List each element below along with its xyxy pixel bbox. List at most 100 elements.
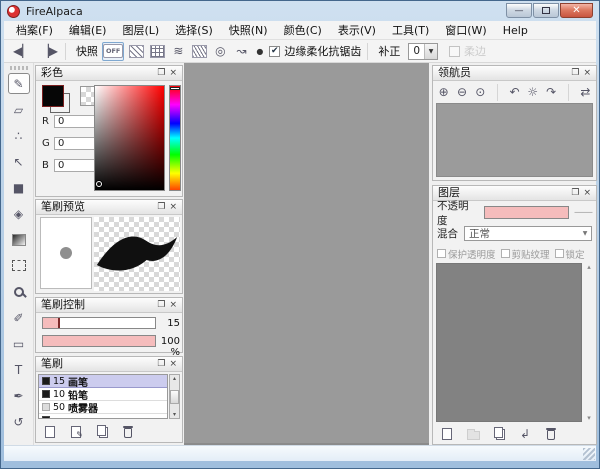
layer-opacity-value: —— [574, 207, 592, 218]
layer-option-checkbox-protect-alpha[interactable]: . [437, 249, 446, 258]
brush-size-slider[interactable] [42, 317, 156, 329]
close-button[interactable]: ✕ [560, 3, 593, 18]
navigator-preview[interactable] [436, 103, 593, 177]
layer-option-checkbox-lock[interactable]: . [555, 249, 564, 258]
delete-brush-button[interactable] [118, 424, 138, 440]
redo-button[interactable]: ▕▶ [38, 42, 58, 61]
snap-curve-button[interactable]: ↝ [232, 42, 250, 61]
float-panel-icon[interactable]: ❐ [155, 67, 167, 79]
snap-diagonal-button[interactable] [190, 42, 208, 61]
zoom-reset-button[interactable]: ⊙ [473, 84, 488, 100]
brush-size: 10 [53, 389, 68, 400]
menu-layer[interactable]: 图层(L) [114, 21, 167, 40]
hue-marker[interactable] [170, 87, 180, 90]
canvas[interactable] [184, 63, 429, 445]
float-panel-icon[interactable]: ❐ [569, 67, 581, 79]
navigator-title: 领航员 [438, 66, 569, 80]
float-panel-icon[interactable]: ❐ [569, 187, 581, 199]
float-panel-icon[interactable]: ❐ [155, 358, 167, 370]
fill-rect-tool[interactable]: ■ [8, 177, 30, 198]
close-panel-icon[interactable]: × [581, 187, 593, 199]
menu-window[interactable]: 窗口(W) [437, 21, 494, 40]
duplicate-brush-button[interactable] [92, 424, 112, 440]
resize-grip[interactable] [583, 448, 595, 460]
antialias-checkbox[interactable]: ✔ [269, 46, 280, 57]
layer-opacity-slider[interactable] [484, 206, 569, 219]
brush-list-item[interactable]: 10铅笔 [39, 388, 167, 401]
menu-file[interactable]: 档案(F) [8, 21, 61, 40]
scroll-up-icon[interactable]: ▴ [173, 375, 176, 382]
bucket-tool[interactable]: ◈ [8, 203, 30, 224]
sv-cursor[interactable] [96, 181, 102, 187]
snap-circle-button[interactable]: ◎ [211, 42, 229, 61]
close-panel-icon[interactable]: × [167, 201, 179, 213]
layer-list-scrollbar[interactable]: ▴ ▾ [584, 263, 594, 422]
maximize-button[interactable] [533, 3, 559, 18]
menu-tool[interactable]: 工具(T) [384, 21, 437, 40]
snap-parallel-button[interactable] [127, 42, 145, 61]
brush-opacity-slider[interactable] [42, 335, 156, 347]
menu-select[interactable]: 选择(S) [167, 21, 221, 40]
snap-grid-button[interactable] [148, 42, 166, 61]
smudge-tool[interactable]: ∴ [8, 125, 30, 146]
close-panel-icon[interactable]: × [581, 67, 593, 79]
delete-layer-button[interactable] [541, 426, 561, 442]
minimize-button[interactable]: — [506, 3, 532, 18]
rotate-cw-button[interactable]: ↷ [543, 84, 558, 100]
soft-edge-checkbox[interactable]: . [449, 46, 460, 57]
layer-option-checkbox-clipping[interactable]: . [501, 249, 510, 258]
brush-size-handle[interactable] [58, 318, 60, 328]
rotate-view-tool[interactable]: ↺ [8, 411, 30, 432]
zoom-out-button[interactable]: ⊖ [454, 84, 469, 100]
channel-label-g: G [42, 138, 54, 149]
eraser-tool[interactable]: ▱ [8, 99, 30, 120]
add-layer-button[interactable] [437, 426, 457, 442]
duplicate-layer-button[interactable] [489, 426, 509, 442]
select-rect-tool[interactable] [8, 255, 30, 276]
add-brush-button[interactable] [40, 424, 60, 440]
drag-handle[interactable] [10, 66, 28, 70]
layer-blend-dropdown[interactable]: 正常 ▼ [464, 226, 592, 241]
scroll-up-icon[interactable]: ▴ [587, 263, 591, 271]
eyedropper-tool[interactable]: ✒ [8, 385, 30, 406]
magic-wand-tool[interactable] [8, 281, 30, 302]
gradient-tool[interactable] [8, 229, 30, 250]
scroll-down-icon[interactable]: ▾ [587, 414, 591, 422]
scroll-thumb[interactable] [170, 390, 179, 404]
menu-edit[interactable]: 编辑(E) [61, 21, 115, 40]
foreground-color-swatch[interactable] [42, 85, 64, 107]
undo-button[interactable]: ◀▏ [12, 42, 32, 61]
saturation-value-picker[interactable] [94, 85, 165, 191]
rotate-reset-button[interactable]: ☼ [525, 84, 540, 100]
menu-color[interactable]: 颜色(C) [276, 21, 330, 40]
rotate-ccw-button[interactable]: ↶ [507, 84, 522, 100]
menu-view[interactable]: 表示(V) [330, 21, 384, 40]
zoom-in-button[interactable]: ⊕ [436, 84, 451, 100]
edit-brush-button[interactable] [66, 424, 86, 440]
correction-dropdown[interactable]: 0 ▼ [408, 43, 438, 60]
select-eraser-tool[interactable]: ▭ [8, 333, 30, 354]
text-tool[interactable]: T [8, 359, 30, 380]
hue-slider[interactable] [169, 85, 181, 191]
menu-snap[interactable]: 快照(N) [221, 21, 276, 40]
move-tool[interactable]: ↖ [8, 151, 30, 172]
layer-list[interactable] [436, 263, 582, 422]
pen-tool[interactable]: ✎ [8, 73, 30, 94]
select-pen-tool[interactable]: ✐ [8, 307, 30, 328]
titlebar[interactable]: FireAlpaca — ✕ [1, 1, 600, 21]
flip-view-button[interactable]: ⇄ [578, 84, 593, 100]
snap-wave-button[interactable]: ≋ [169, 42, 187, 61]
snap-off-button[interactable]: OFF [102, 42, 124, 61]
close-panel-icon[interactable]: × [167, 299, 179, 311]
close-panel-icon[interactable]: × [167, 358, 179, 370]
menu-help[interactable]: Help [495, 21, 536, 40]
scroll-down-icon[interactable]: ▾ [173, 411, 176, 418]
float-panel-icon[interactable]: ❐ [155, 201, 167, 213]
close-panel-icon[interactable]: × [167, 67, 179, 79]
brush-list-scrollbar[interactable]: ▴ ▾ [169, 374, 180, 419]
brush-list-item[interactable]: 15画笔 [39, 375, 167, 388]
brush-list-item[interactable]: 50喷雾器 [39, 401, 167, 414]
merge-layer-button[interactable]: ↲ [515, 426, 535, 442]
float-panel-icon[interactable]: ❐ [155, 299, 167, 311]
brush-list-item[interactable] [39, 414, 167, 419]
